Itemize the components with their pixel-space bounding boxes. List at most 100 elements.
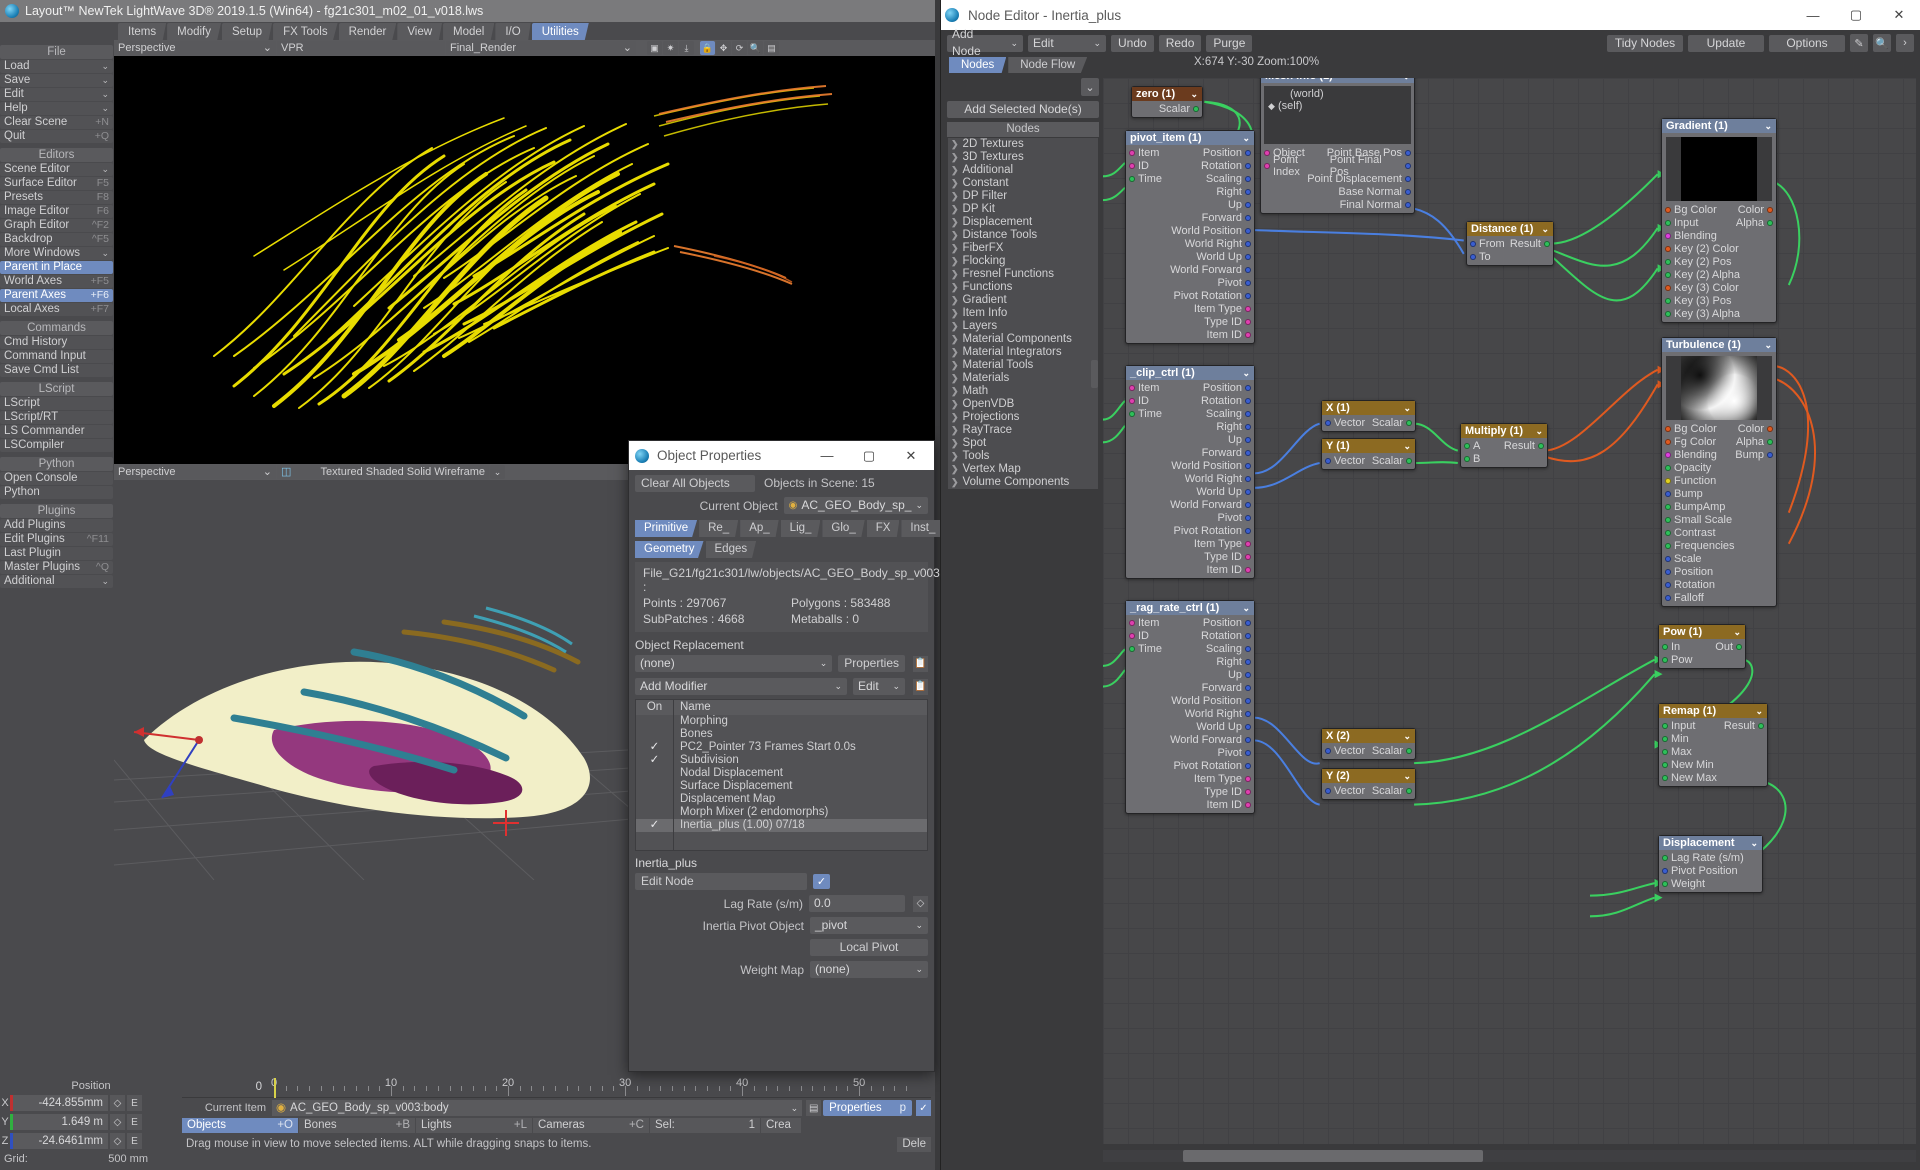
node-input-dot[interactable] xyxy=(1129,645,1135,652)
node-category-openvdb[interactable]: ❯ OpenVDB xyxy=(948,398,1098,411)
coordinate-row-z[interactable]: Z -24.6461mm ◇ E xyxy=(0,1132,182,1150)
node-output-dot[interactable] xyxy=(1245,149,1251,156)
graph-node-pow[interactable]: Pow (1) ⌄ In Out Pow xyxy=(1658,624,1746,669)
viewport-view-dropdown[interactable]: Perspective ⌄ xyxy=(114,41,276,55)
node-category-functions[interactable]: ❯ Functions xyxy=(948,281,1098,294)
replacement-properties-button[interactable]: Properties xyxy=(838,655,905,672)
modifier-row[interactable]: Surface Displacement xyxy=(636,780,927,793)
graph-node-pivot_item[interactable]: pivot_item (1) ⌄ Item Position ID Rotation Tim… xyxy=(1125,130,1255,344)
inertia-pivot-dropdown[interactable]: _pivot ⌄ xyxy=(810,917,928,934)
node-input-dot[interactable] xyxy=(1665,516,1671,523)
node-category-distance-tools[interactable]: ❯ Distance Tools xyxy=(948,229,1098,242)
node-port-row[interactable]: Bg Color Color xyxy=(1662,422,1776,435)
command-lscript-rt[interactable]: LScript/RT xyxy=(0,411,113,424)
lightwave-tab-fx-tools[interactable]: FX Tools xyxy=(273,23,338,40)
object-properties-tabs[interactable]: Primitive Re_ Ap_ Lig_ Glo_ FX Inst_ xyxy=(635,520,945,537)
node-category-additional[interactable]: ❯ Additional xyxy=(948,164,1098,177)
node-input-dot[interactable] xyxy=(1325,747,1331,754)
modifier-row-empty[interactable] xyxy=(636,845,927,850)
chevron-down-icon[interactable]: ⌄ xyxy=(1402,78,1410,83)
node-output-dot[interactable] xyxy=(1245,619,1251,626)
node-input-dot[interactable] xyxy=(1665,477,1671,484)
node-output-dot[interactable] xyxy=(1406,419,1412,426)
node-editor-tab-nodes[interactable]: Nodes xyxy=(949,57,1007,73)
command-master-plugins[interactable]: Master Plugins ^Q xyxy=(0,561,113,574)
node-port-row[interactable]: ID Rotation xyxy=(1126,394,1254,407)
chevron-right-icon[interactable]: › xyxy=(1896,34,1914,52)
command-ls-commander[interactable]: LS Commander xyxy=(0,425,113,438)
item-type-bones[interactable]: Bones +B xyxy=(299,1118,415,1133)
node-output-dot[interactable] xyxy=(1245,397,1251,404)
node-category-displacement[interactable]: ❯ Displacement xyxy=(948,216,1098,229)
node-category-dp-filter[interactable]: ❯ DP Filter xyxy=(948,190,1098,203)
node-graph-canvas[interactable]: zero (1) ⌄ Scalar pivot_item (1) ⌄ Item Positi… xyxy=(1103,78,1916,1144)
lightwave-tab-modify[interactable]: Modify xyxy=(167,23,221,40)
node-category-tools[interactable]: ❯ Tools xyxy=(948,450,1098,463)
node-canvas-horizontal-scrollbar[interactable] xyxy=(1103,1150,1916,1162)
node-port-row[interactable]: World Forward xyxy=(1126,263,1254,276)
node-port-row[interactable]: Input Result xyxy=(1659,719,1767,732)
modifier-enabled-checkbox[interactable] xyxy=(636,728,674,741)
objprops-tab-re[interactable]: Re_ xyxy=(699,520,739,537)
node-output-dot[interactable] xyxy=(1767,425,1773,432)
lightwave-tab-setup[interactable]: Setup xyxy=(222,23,273,40)
node-category-gradient[interactable]: ❯ Gradient xyxy=(948,294,1098,307)
node-input-dot[interactable] xyxy=(1129,397,1135,404)
item-type-lights[interactable]: Lights +L xyxy=(416,1118,532,1133)
node-output-dot[interactable] xyxy=(1245,240,1251,247)
graph-node-turbulence[interactable]: Turbulence (1) ⌄ Bg Color Color Fg Color Alph… xyxy=(1661,337,1777,607)
edit-node-button[interactable]: Edit Node xyxy=(635,873,807,890)
node-output-dot[interactable] xyxy=(1405,162,1411,169)
node-input-dot[interactable] xyxy=(1662,854,1668,861)
node-input-dot[interactable] xyxy=(1129,162,1135,169)
modifier-enabled-checkbox[interactable] xyxy=(636,767,674,780)
node-output-dot[interactable] xyxy=(1406,787,1412,794)
redo-button[interactable]: Redo xyxy=(1158,34,1202,52)
command-save-cmd-list[interactable]: Save Cmd List xyxy=(0,364,113,377)
viewport2-shading-dropdown[interactable]: ◫ Textured Shaded Solid Wireframe xyxy=(277,465,489,479)
node-port-row[interactable]: Up xyxy=(1126,198,1254,211)
command-lscript[interactable]: LScript xyxy=(0,397,113,410)
node-category-fresnel-functions[interactable]: ❯ Fresnel Functions xyxy=(948,268,1098,281)
modifier-enabled-checkbox[interactable] xyxy=(636,793,674,806)
node-input-dot[interactable] xyxy=(1665,464,1671,471)
node-category-dp-kit[interactable]: ❯ DP Kit xyxy=(948,203,1098,216)
command-local-axes[interactable]: Local Axes +F7 xyxy=(0,303,113,316)
lightwave-tab-items[interactable]: Items xyxy=(118,23,167,40)
node-port-row[interactable]: Scalar xyxy=(1132,102,1202,115)
minimize-icon[interactable]: — xyxy=(1796,2,1830,29)
node-port-row[interactable]: Type ID xyxy=(1126,550,1254,563)
node-category-raytrace[interactable]: ❯ RayTrace xyxy=(948,424,1098,437)
node-category-math[interactable]: ❯ Math xyxy=(948,385,1098,398)
axis-keyframe-icon[interactable]: ◇ xyxy=(110,1114,125,1130)
node-canvas-scroll-thumb[interactable] xyxy=(1183,1150,1483,1162)
node-output-dot[interactable] xyxy=(1758,722,1764,729)
node-port-row[interactable]: Max xyxy=(1659,745,1767,758)
graph-node-clip_ctrl[interactable]: _clip_ctrl (1) ⌄ Item Position ID Rotation Tim… xyxy=(1125,365,1255,579)
chevron-down-icon[interactable]: ⌄ xyxy=(1242,601,1250,615)
purge-button[interactable]: Purge xyxy=(1206,34,1253,52)
node-port-row[interactable]: Frequencies xyxy=(1662,539,1776,552)
node-port-row[interactable]: Key (3) Pos xyxy=(1662,294,1776,307)
node-input-dot[interactable] xyxy=(1665,438,1671,445)
objprops-tab-primitive[interactable]: Primitive xyxy=(635,520,698,537)
properties-button[interactable]: Properties p xyxy=(823,1100,912,1116)
node-list-item[interactable]: ◆ (self) xyxy=(1268,100,1407,112)
node-output-dot[interactable] xyxy=(1245,384,1251,391)
modifier-row-empty[interactable] xyxy=(636,832,927,845)
node-input-dot[interactable] xyxy=(1665,568,1671,575)
node-input-dot[interactable] xyxy=(1470,253,1476,260)
modifier-enabled-checkbox[interactable] xyxy=(636,780,674,793)
node-output-dot[interactable] xyxy=(1405,201,1411,208)
node-input-dot[interactable] xyxy=(1665,425,1671,432)
node-output-dot[interactable] xyxy=(1245,553,1251,560)
node-port-row[interactable]: Item Position xyxy=(1126,146,1254,159)
node-port-row[interactable]: Min xyxy=(1659,732,1767,745)
sidebar-resize-handle[interactable] xyxy=(1091,360,1098,388)
node-output-dot[interactable] xyxy=(1405,175,1411,182)
edit-node-checkbox[interactable]: ✓ xyxy=(813,874,830,889)
graph-node-mesh_info[interactable]: Mesh Info (1) ⌄(world)◆ (self)ObjectPoint… xyxy=(1260,78,1415,214)
viewport-mode-dropdown[interactable]: VPR xyxy=(277,41,445,55)
node-category-fiberfx[interactable]: ❯ FiberFX xyxy=(948,242,1098,255)
node-input-dot[interactable] xyxy=(1129,619,1135,626)
